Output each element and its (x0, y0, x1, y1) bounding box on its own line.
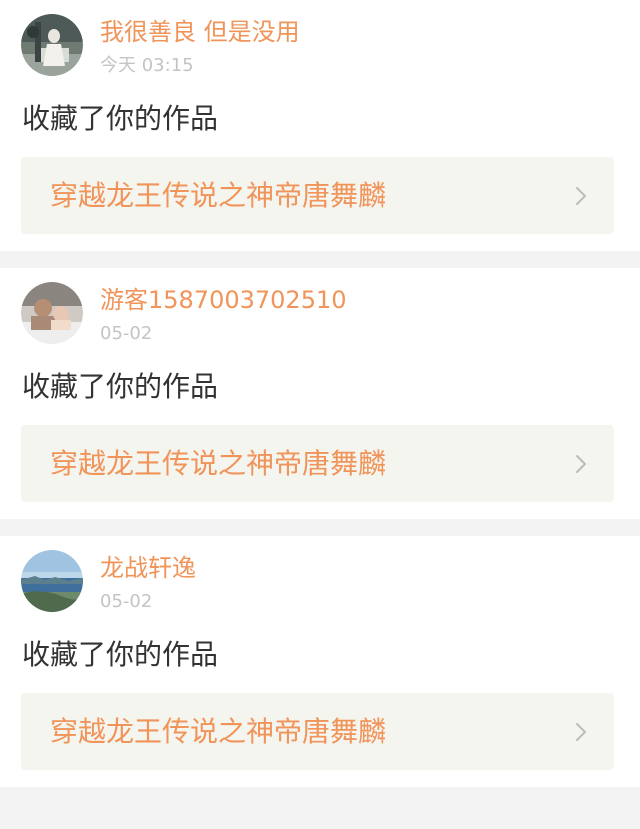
username[interactable]: 龙战轩逸 (100, 552, 196, 584)
work-title: 穿越龙王传说之神帝唐舞麟 (50, 447, 387, 480)
username[interactable]: 我很善良 但是没用 (100, 16, 300, 48)
work-title: 穿越龙王传说之神帝唐舞麟 (50, 179, 387, 212)
activity-text: 收藏了你的作品 (22, 370, 219, 403)
work-link[interactable]: 穿越龙王传说之神帝唐舞麟 (21, 425, 614, 502)
chevron-right-icon (576, 723, 586, 741)
activity-text: 收藏了你的作品 (22, 102, 219, 135)
activity-card: 我很善良 但是没用 今天 03:15 收藏了你的作品 穿越龙王传说之神帝唐舞麟 (0, 0, 640, 251)
activity-card: 游客1587003702510 05-02 收藏了你的作品 穿越龙王传说之神帝唐… (0, 268, 640, 519)
username[interactable]: 游客1587003702510 (100, 284, 347, 316)
timestamp: 05-02 (100, 591, 153, 612)
work-title: 穿越龙王传说之神帝唐舞麟 (50, 715, 387, 748)
activity-card: 龙战轩逸 05-02 收藏了你的作品 穿越龙王传说之神帝唐舞麟 (0, 536, 640, 787)
timestamp: 今天 03:15 (100, 55, 194, 76)
user-avatar[interactable] (21, 282, 83, 344)
user-avatar[interactable] (21, 550, 83, 612)
activity-text: 收藏了你的作品 (22, 638, 219, 671)
work-link[interactable]: 穿越龙王传说之神帝唐舞麟 (21, 693, 614, 770)
activity-feed: 我很善良 但是没用 今天 03:15 收藏了你的作品 穿越龙王传说之神帝唐舞麟 (0, 0, 640, 787)
work-link[interactable]: 穿越龙王传说之神帝唐舞麟 (21, 157, 614, 234)
chevron-right-icon (576, 455, 586, 473)
chevron-right-icon (576, 187, 586, 205)
timestamp: 05-02 (100, 323, 153, 344)
user-avatar[interactable] (21, 14, 83, 76)
